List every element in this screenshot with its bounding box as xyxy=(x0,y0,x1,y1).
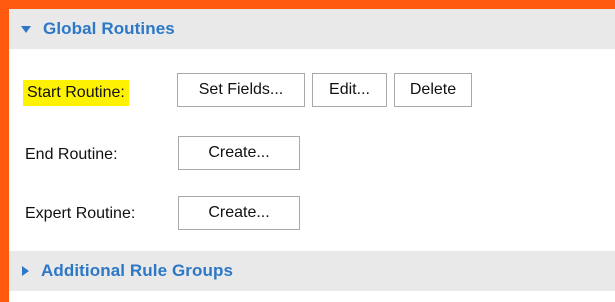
expert-routine-label: Expert Routine: xyxy=(25,205,136,222)
set-fields-button[interactable]: Set Fields... xyxy=(177,73,305,107)
delete-start-routine-button[interactable]: Delete xyxy=(394,73,472,107)
create-expert-routine-button[interactable]: Create... xyxy=(178,196,300,230)
start-routine-label: Start Routine: xyxy=(23,80,129,106)
additional-rule-groups-title: Additional Rule Groups xyxy=(41,261,234,280)
global-routines-title: Global Routines xyxy=(43,19,175,38)
collapse-triangle-icon[interactable] xyxy=(21,25,31,33)
global-routines-header[interactable]: Global Routines xyxy=(9,9,615,49)
additional-rule-groups-header[interactable]: Additional Rule Groups xyxy=(9,251,615,291)
rule-settings-panel: Global Routines Start Routine: Set Field… xyxy=(9,9,615,302)
expand-triangle-icon[interactable] xyxy=(22,266,29,276)
end-routine-label: End Routine: xyxy=(25,146,118,163)
edit-start-routine-button[interactable]: Edit... xyxy=(312,73,387,107)
create-end-routine-button[interactable]: Create... xyxy=(178,136,300,170)
